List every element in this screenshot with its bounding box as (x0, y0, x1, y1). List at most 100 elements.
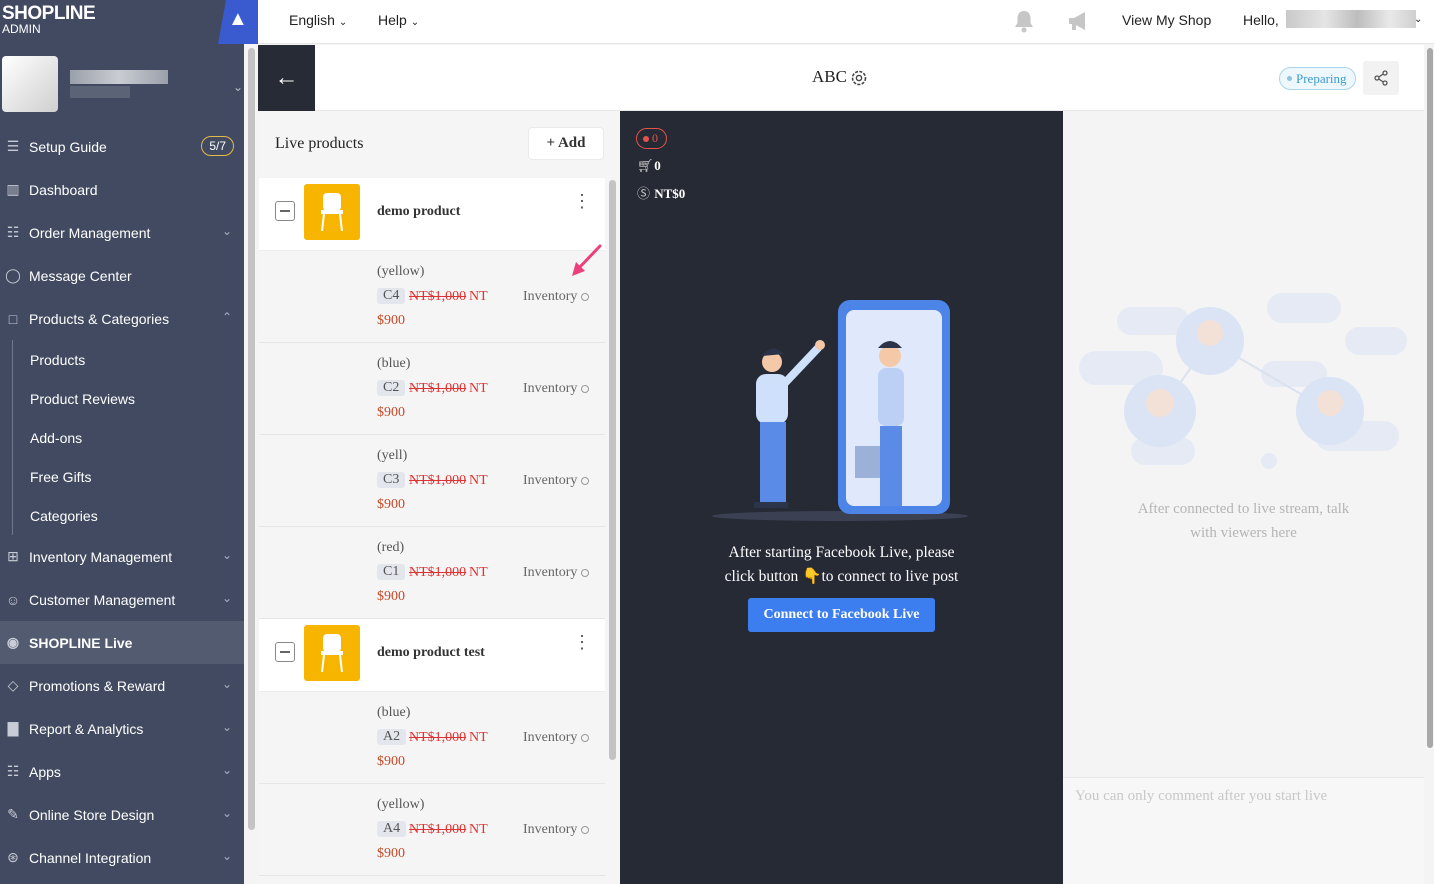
chevron-down-icon[interactable]: ⌄ (1414, 14, 1422, 25)
connect-facebook-live-button[interactable]: Connect to Facebook Live (748, 598, 935, 632)
currency-label: NT (469, 473, 488, 488)
inventory-label: Inventory (523, 822, 578, 837)
cart-count: 0 (654, 158, 661, 173)
share-button[interactable] (1363, 61, 1399, 95)
info-icon[interactable] (581, 293, 589, 301)
sidebar-item-label: Order Management (29, 224, 151, 241)
chevron-down-icon: ⌄ (338, 17, 348, 28)
sidebar-scrollbar[interactable] (248, 48, 255, 830)
original-price: NT$1,000 (409, 381, 467, 396)
original-price: NT$1,000 (409, 565, 467, 580)
sidebar-item-inventory-management[interactable]: ⊞ Inventory Management ⌄ (0, 535, 244, 578)
store-switcher[interactable]: ⌄ (0, 54, 244, 116)
live-illustration (712, 300, 968, 521)
more-options-icon[interactable]: ⋮ (573, 633, 591, 651)
sidebar-item-customer-management[interactable]: ☺ Customer Management ⌄ (0, 578, 244, 621)
apps-icon: ☷ (6, 763, 20, 779)
sale-price: $900 (377, 405, 405, 420)
page-scrollbar[interactable] (1427, 48, 1433, 748)
sidebar-item-channel-integration[interactable]: ⊛ Channel Integration ⌄ (0, 836, 244, 879)
variant-name: (yellow) (377, 797, 425, 812)
order-icon: ☷ (6, 224, 20, 240)
sidebar-item-promotions-reward[interactable]: ◇ Promotions & Reward ⌄ (0, 664, 244, 707)
collapse-toggle[interactable] (275, 642, 295, 662)
sidebar-subitem-product-reviews[interactable]: Product Reviews (13, 379, 244, 418)
chat-bubble-icon: ◯ (5, 267, 21, 283)
info-icon[interactable] (581, 826, 589, 834)
variant-name: (blue) (377, 705, 411, 720)
product-list-scrollbar[interactable] (609, 180, 616, 760)
user-name-blurred[interactable] (1286, 10, 1416, 28)
stage-instructions: After starting Facebook Live, please cli… (680, 541, 1003, 589)
language-label: English (289, 12, 335, 28)
sidebar: ⌄ ☰ Setup Guide 5/7 ▥ Dashboard ☷ Order … (0, 0, 244, 884)
sidebar-item-label: Customer Management (29, 591, 176, 608)
info-icon[interactable] (581, 385, 589, 393)
original-price: NT$1,000 (409, 473, 467, 488)
brand-header[interactable]: SHOPLINE ADMIN ▲ (0, 0, 258, 44)
variant-sku: C3 (377, 472, 406, 488)
dashboard-icon: ▥ (6, 181, 20, 197)
info-icon[interactable] (581, 477, 589, 485)
collapse-toggle[interactable] (275, 201, 295, 221)
live-stage: 0 🛒︎ 0 Ⓢ NT$0 After starting Facebook Li… (620, 111, 1063, 884)
inventory-label: Inventory (523, 565, 578, 580)
sidebar-item-report-analytics[interactable]: ▇ Report & Analytics ⌄ (0, 707, 244, 750)
info-icon[interactable] (581, 734, 589, 742)
inventory-label: Inventory (523, 730, 578, 745)
boxes-icon: ⊞ (7, 548, 19, 564)
bag-icon: □ (8, 310, 18, 327)
add-product-button[interactable]: + Add (528, 127, 604, 160)
sidebar-item-message-center[interactable]: ◯ Message Center (0, 254, 244, 297)
live-header: ← ABC Preparing (258, 45, 1424, 111)
pointer-arrow-icon (572, 244, 602, 276)
sidebar-item-dashboard[interactable]: ▥ Dashboard (0, 168, 244, 211)
chevron-down-icon: ⌄ (221, 720, 232, 734)
megaphone-icon[interactable] (1066, 9, 1092, 33)
gear-icon[interactable] (849, 68, 869, 88)
comment-input-placeholder: You can only comment after you start liv… (1075, 788, 1328, 804)
back-arrow-icon[interactable]: ← (258, 45, 315, 111)
product-row: demo product ⋮ (259, 178, 605, 251)
comment-input[interactable]: You can only comment after you start liv… (1063, 777, 1424, 884)
sidebar-subitem-add-ons[interactable]: Add-ons (13, 418, 244, 457)
sale-price: $900 (377, 589, 405, 604)
product-name: demo product test (377, 645, 485, 660)
variant-row: (yellow) A4 NT$1,000 NT Inventory $900 (259, 784, 605, 876)
sidebar-item-online-store-design[interactable]: ✎ Online Store Design ⌄ (0, 793, 244, 836)
brand-mark-icon: ▲ (218, 0, 258, 44)
sidebar-item-order-management[interactable]: ☷ Order Management ⌄ (0, 211, 244, 254)
broadcast-icon: ◉ (6, 634, 20, 650)
dollar-icon: Ⓢ (637, 186, 651, 201)
view-my-shop-link[interactable]: View My Shop (1122, 12, 1211, 28)
sidebar-item-products-categories[interactable]: □ Products & Categories ⌃ (0, 297, 244, 340)
sidebar-nav: ☰ Setup Guide 5/7 ▥ Dashboard ☷ Order Ma… (0, 125, 244, 879)
more-options-icon[interactable]: ⋮ (573, 192, 591, 210)
sidebar-item-setup-guide[interactable]: ☰ Setup Guide 5/7 (0, 125, 244, 168)
chevron-down-icon: ⌄ (233, 80, 244, 94)
variant-sku: C4 (377, 288, 406, 304)
chat-illustration (1079, 293, 1407, 469)
help-menu[interactable]: Help ⌄ (378, 12, 419, 28)
info-icon[interactable] (581, 569, 589, 577)
chat-panel: After connected to live stream, talk wit… (1063, 111, 1424, 884)
share-icon (1374, 70, 1388, 86)
sidebar-subitem-products[interactable]: Products (13, 340, 244, 379)
viewer-count-badge: 0 (636, 128, 667, 149)
variant-row: (blue) C2 NT$1,000 NT Inventory $900 (259, 343, 605, 435)
chevron-down-icon: ⌄ (221, 849, 232, 863)
bell-icon[interactable] (1013, 9, 1035, 33)
sidebar-subitem-categories[interactable]: Categories (13, 496, 244, 535)
sidebar-subitem-free-gifts[interactable]: Free Gifts (13, 457, 244, 496)
status-badge: Preparing (1279, 67, 1356, 90)
language-selector[interactable]: English ⌄ (289, 12, 347, 28)
currency-label: NT (469, 822, 488, 837)
currency-label: NT (469, 565, 488, 580)
chat-empty-message: After connected to live stream, talk wit… (1111, 497, 1376, 545)
sidebar-item-shopline-live[interactable]: ◉ SHOPLINE Live (0, 621, 244, 664)
top-bar: English ⌄ Help ⌄ View My Shop Hello, ⌄ (258, 0, 1434, 44)
variant-row: (yell) C3 NT$1,000 NT Inventory $900 (259, 435, 605, 527)
sidebar-item-label: Inventory Management (29, 548, 173, 565)
sidebar-item-apps[interactable]: ☷ Apps ⌄ (0, 750, 244, 793)
chevron-up-icon: ⌃ (221, 310, 232, 324)
